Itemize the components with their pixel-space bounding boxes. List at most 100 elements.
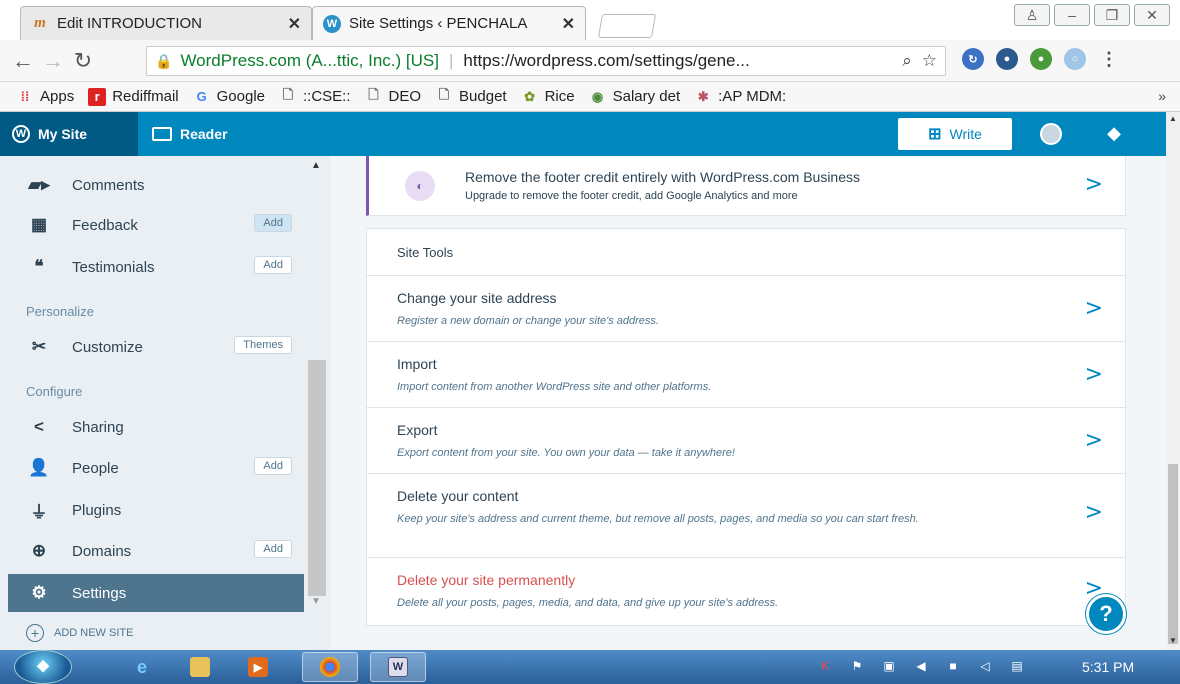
write-label: Write	[949, 126, 982, 142]
salary-icon: ◉	[591, 88, 604, 104]
bookmark-deo[interactable]: 🗋 DEO	[365, 87, 421, 106]
bookmark-rediffmail[interactable]: r Rediffmail	[88, 87, 179, 106]
sidebar-item-plugins[interactable]: ⏚ Plugins	[8, 491, 304, 529]
scroll-down-arrow-icon[interactable]: ▼	[1169, 636, 1177, 645]
volume-muted-icon[interactable]: ◀	[912, 657, 930, 675]
reload-icon[interactable]: ↻	[68, 48, 98, 74]
taskbar-word[interactable]: W	[370, 652, 426, 682]
help-button[interactable]: ?	[1086, 594, 1126, 634]
start-button[interactable]: ❖	[14, 650, 72, 684]
url-text[interactable]: https://wordpress.com/settings/gene...	[463, 51, 892, 71]
scroll-up-arrow-icon[interactable]: ▲	[311, 160, 321, 171]
new-tab-button[interactable]	[597, 14, 657, 38]
minimize-icon[interactable]: –	[1054, 4, 1090, 26]
people-icon: 👤	[28, 458, 50, 477]
chevron-right-icon: >	[1084, 362, 1103, 387]
close-tab-icon[interactable]: ✕	[562, 14, 575, 34]
taskbar-ie[interactable]: e	[114, 652, 170, 682]
tool-export[interactable]: Export Export content from your site. Yo…	[366, 408, 1126, 474]
my-site-button[interactable]: W My Site	[0, 112, 138, 156]
sidebar-item-label: Feedback	[72, 216, 138, 234]
taskbar-chrome[interactable]	[302, 652, 358, 682]
close-window-icon[interactable]: ✕	[1134, 4, 1170, 26]
word-icon: W	[388, 657, 408, 677]
system-tray: K ⚑ ▣ ◀ ■ ◁ ▤	[816, 657, 1026, 675]
sidebar-item-settings[interactable]: ⚙ Settings	[8, 574, 304, 612]
tool-delete-site[interactable]: Delete your site permanently Delete all …	[366, 558, 1126, 626]
speaker-icon[interactable]: ◁	[976, 657, 994, 675]
tool-change-site-address[interactable]: Change your site address Register a new …	[366, 276, 1126, 342]
sidebar-scrollbar-thumb[interactable]	[308, 360, 326, 596]
restore-icon[interactable]: ❐	[1094, 4, 1130, 26]
back-arrow-icon[interactable]: ←	[8, 48, 38, 74]
footer-credit-upsell-card[interactable]: ◐ Remove the footer credit entirely with…	[366, 156, 1126, 216]
more-bookmarks-icon[interactable]: »	[1158, 88, 1166, 104]
bookmark-rice[interactable]: ✿ Rice	[521, 88, 574, 106]
tool-description: Keep your site's address and current the…	[397, 513, 919, 525]
browser-tab-edit-introduction[interactable]: m Edit INTRODUCTION ✕	[20, 6, 312, 40]
wordpress-favicon-icon: W	[323, 14, 341, 33]
sidebar-item-comments[interactable]: ▰▸ Comments	[8, 166, 304, 204]
sidebar-item-customize[interactable]: ✂ Customize Themes	[8, 328, 304, 366]
blue-extension-icon[interactable]: ○	[1064, 48, 1086, 70]
wp-masterbar: W My Site Reader ⊞ Write ◆	[0, 112, 1166, 156]
user-profile-icon[interactable]: ♙	[1014, 4, 1050, 26]
rediff-icon: r	[88, 87, 107, 106]
taskbar-explorer[interactable]	[172, 652, 228, 682]
sidebar-item-feedback[interactable]: ▦ Feedback Add	[8, 206, 304, 244]
menu-dots-icon[interactable]: ⋮	[1098, 48, 1120, 70]
bookmark-star-icon[interactable]: ☆	[922, 51, 937, 71]
flag-icon[interactable]: ⚑	[848, 657, 866, 675]
bookmark-cse[interactable]: 🗋 ::CSE::	[279, 87, 351, 106]
windows-taskbar: ❖ e ▶ W K ⚑ ▣ ◀ ■ ◁ ▤ 5:31 PM	[0, 650, 1180, 684]
gear-icon: ⚙	[31, 583, 47, 602]
notifications-icon[interactable]: ◆	[1103, 122, 1125, 144]
green-extension-icon[interactable]: ●	[1030, 48, 1052, 70]
omnibox[interactable]: 🔒 WordPress.com (A...ttic, Inc.) [US] | …	[146, 46, 946, 76]
page-scrollbar[interactable]: ▲ ▼	[1166, 112, 1180, 650]
add-testimonial-button[interactable]: Add	[254, 256, 292, 274]
sidebar-item-label: Sharing	[72, 418, 124, 436]
taskbar-media[interactable]: ▶	[230, 652, 286, 682]
tool-import[interactable]: Import Import content from another WordP…	[366, 342, 1126, 408]
scroll-down-arrow-icon[interactable]: ▼	[311, 596, 321, 607]
scroll-up-arrow-icon[interactable]: ▲	[1169, 114, 1177, 123]
tray-app-icon[interactable]: ■	[944, 657, 962, 675]
tool-title: Delete your site permanently	[397, 572, 576, 588]
browser-tab-site-settings[interactable]: W Site Settings ‹ PENCHALA ✕	[312, 6, 586, 40]
close-tab-icon[interactable]: ✕	[288, 14, 301, 34]
tool-delete-content[interactable]: Delete your content Keep your site's add…	[366, 474, 1126, 558]
bookmark-google[interactable]: G Google	[193, 88, 265, 106]
bookmark-ap-mdm[interactable]: ✱ :AP MDM:	[694, 88, 787, 106]
reader-button[interactable]: Reader	[138, 126, 227, 142]
sync-extension-icon[interactable]: ↻	[962, 48, 984, 70]
zoom-icon[interactable]: ⌕	[902, 51, 912, 71]
tool-description: Register a new domain or change your sit…	[397, 315, 659, 327]
add-people-button[interactable]: Add	[254, 457, 292, 475]
network-icon[interactable]: ▤	[1008, 657, 1026, 675]
main-content: ◐ Remove the footer credit entirely with…	[330, 156, 1166, 650]
bookmark-budget[interactable]: 🗋 Budget	[435, 87, 507, 106]
sidebar-item-domains[interactable]: ⊕ Domains Add	[8, 532, 304, 570]
add-new-site-link[interactable]: + ADD NEW SITE	[26, 624, 133, 642]
sidebar-item-sharing[interactable]: < Sharing	[8, 408, 304, 446]
avatar[interactable]	[1040, 123, 1062, 145]
forward-arrow-icon[interactable]: →	[38, 48, 68, 74]
bookmark-label: :AP MDM:	[718, 88, 787, 105]
sidebar-item-testimonials[interactable]: ❝ Testimonials Add	[8, 248, 304, 286]
add-feedback-button[interactable]: Add	[254, 214, 292, 232]
tray-app-icon[interactable]: ▣	[880, 657, 898, 675]
bookmark-label: Budget	[459, 88, 507, 105]
bookmark-salary-det[interactable]: ◉ Salary det	[589, 88, 680, 106]
write-button[interactable]: ⊞ Write	[898, 118, 1012, 150]
themes-button[interactable]: Themes	[234, 336, 292, 354]
taskbar-clock[interactable]: 5:31 PM	[1082, 659, 1134, 675]
lock-icon: 🔒	[155, 52, 173, 69]
bookmarks-bar: ⁞⁞ Apps r Rediffmail G Google 🗋 ::CSE:: …	[0, 82, 1180, 112]
bookmark-apps[interactable]: ⁞⁞ Apps	[16, 88, 75, 106]
privacy-extension-icon[interactable]: ●	[996, 48, 1018, 70]
sidebar-item-people[interactable]: 👤 People Add	[8, 449, 304, 487]
page-scrollbar-thumb[interactable]	[1168, 464, 1178, 644]
keyboard-icon[interactable]: K	[816, 657, 834, 675]
add-domain-button[interactable]: Add	[254, 540, 292, 558]
